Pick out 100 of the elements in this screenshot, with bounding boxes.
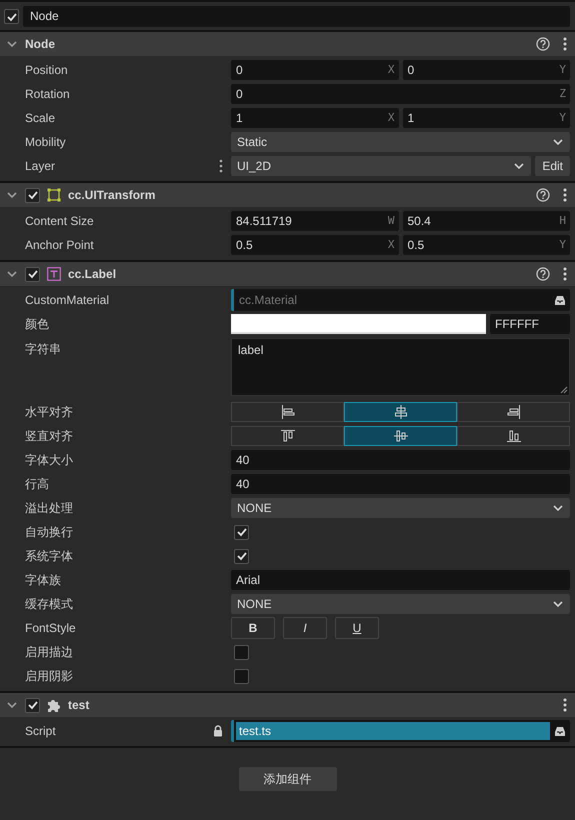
- align-option[interactable]: [231, 426, 344, 446]
- dropdown[interactable]: NONE: [231, 594, 570, 614]
- property-label: Anchor Point: [25, 238, 95, 252]
- property-label: 自动换行: [25, 524, 74, 540]
- property-label: Scale: [25, 111, 56, 125]
- align-option[interactable]: [457, 426, 570, 446]
- inbox-icon: [554, 294, 566, 306]
- section-header[interactable]: Node: [0, 32, 575, 56]
- hex-field[interactable]: FFFFFF: [490, 314, 570, 334]
- checkbox[interactable]: [25, 188, 40, 202]
- section-title: test: [68, 698, 90, 712]
- axis-label: Y: [559, 237, 567, 253]
- checkbox[interactable]: [25, 698, 40, 712]
- number-field[interactable]: 1 Y: [402, 108, 570, 128]
- edit-button[interactable]: Edit: [535, 156, 570, 176]
- checkbox[interactable]: [234, 524, 249, 540]
- align-bottom-icon: [506, 429, 520, 443]
- input-field[interactable]: 40: [231, 474, 570, 494]
- checkbox[interactable]: [234, 644, 249, 660]
- input-field[interactable]: 40: [231, 450, 570, 470]
- more-icon[interactable]: [563, 698, 567, 712]
- section-title: Node: [25, 37, 55, 51]
- number-field[interactable]: 0.5 X: [231, 235, 398, 255]
- section-header[interactable]: cc.Label: [0, 262, 575, 286]
- asset-field[interactable]: test.ts: [231, 720, 570, 742]
- property-label: Position: [25, 63, 69, 77]
- align-top-icon: [280, 429, 294, 443]
- property-label: 竖直对齐: [25, 428, 74, 444]
- add-component-button[interactable]: 添加组件: [238, 767, 336, 791]
- puzzle-icon: [47, 698, 61, 712]
- property-label: 字体族: [25, 572, 62, 588]
- align-middle-icon: [394, 429, 408, 443]
- property-label: 行高: [25, 476, 50, 492]
- axis-label: Y: [559, 62, 567, 78]
- property-label: FontStyle: [25, 621, 77, 635]
- align-option[interactable]: [457, 402, 570, 422]
- align-option[interactable]: [231, 402, 344, 422]
- number-field[interactable]: 0 Z: [231, 84, 570, 104]
- inbox-icon: [554, 726, 566, 736]
- font-style-button[interactable]: I: [283, 617, 327, 639]
- help-icon[interactable]: [536, 37, 550, 51]
- number-field[interactable]: 0.5 Y: [402, 235, 570, 255]
- text-icon: [47, 267, 61, 281]
- axis-label: X: [388, 62, 396, 78]
- property-label: 水平对齐: [25, 404, 74, 420]
- property-label: Layer: [25, 159, 56, 173]
- section-header[interactable]: cc.UITransform: [0, 183, 575, 207]
- more-icon[interactable]: [563, 37, 567, 51]
- property-label: 启用阴影: [25, 668, 74, 684]
- align-option[interactable]: [344, 426, 457, 446]
- dropdown[interactable]: NONE: [231, 498, 570, 518]
- axis-label: Y: [559, 110, 567, 126]
- checkbox[interactable]: [234, 548, 249, 564]
- axis-label: X: [388, 237, 396, 253]
- more-icon[interactable]: [219, 159, 223, 173]
- property-label: 系统字体: [25, 548, 74, 564]
- number-field[interactable]: 50.4 H: [402, 211, 570, 231]
- number-field[interactable]: 84.511719 W: [231, 211, 398, 231]
- more-icon[interactable]: [563, 267, 567, 281]
- axis-label: Z: [559, 86, 567, 102]
- section-header[interactable]: test: [0, 693, 575, 717]
- align-right-icon: [506, 405, 520, 419]
- text-area[interactable]: label: [231, 338, 570, 396]
- property-label: Rotation: [25, 87, 71, 101]
- dropdown[interactable]: Static: [231, 132, 570, 152]
- color-swatch[interactable]: [231, 314, 486, 334]
- asset-field[interactable]: cc.Material: [231, 289, 570, 311]
- property-label: 溢出处理: [25, 500, 74, 516]
- dropdown[interactable]: UI_2D: [231, 156, 532, 176]
- align-option[interactable]: [344, 402, 457, 422]
- font-style-button[interactable]: U: [335, 617, 379, 639]
- property-label: 字符串: [25, 341, 62, 358]
- number-field[interactable]: 0 X: [231, 60, 398, 80]
- section-title: cc.UITransform: [68, 188, 156, 202]
- align-left-icon: [280, 405, 294, 419]
- number-field[interactable]: 0 Y: [402, 60, 570, 80]
- help-icon[interactable]: [536, 267, 550, 281]
- align-center-icon: [394, 405, 408, 419]
- axis-label: H: [559, 213, 567, 229]
- more-icon[interactable]: [563, 188, 567, 202]
- checkbox[interactable]: [4, 9, 19, 24]
- property-label: 字体大小: [25, 452, 74, 468]
- checkbox[interactable]: [234, 668, 249, 684]
- axis-label: X: [388, 110, 396, 126]
- property-label: 颜色: [25, 316, 50, 332]
- section-title: cc.Label: [68, 267, 116, 281]
- input-field[interactable]: Arial: [231, 570, 570, 590]
- help-icon[interactable]: [536, 188, 550, 202]
- font-style-button[interactable]: B: [231, 617, 275, 639]
- property-label: Script: [25, 724, 57, 738]
- number-field[interactable]: 1 X: [231, 108, 398, 128]
- property-label: 缓存模式: [25, 596, 74, 612]
- property-label: CustomMaterial: [25, 293, 110, 307]
- name-field[interactable]: Node: [23, 6, 570, 27]
- property-label: Mobility: [25, 135, 67, 149]
- resize-grip-icon: [560, 386, 568, 394]
- axis-label: W: [388, 213, 396, 229]
- checkbox[interactable]: [25, 266, 40, 282]
- property-label: Content Size: [25, 214, 95, 228]
- property-label: 启用描边: [25, 644, 74, 660]
